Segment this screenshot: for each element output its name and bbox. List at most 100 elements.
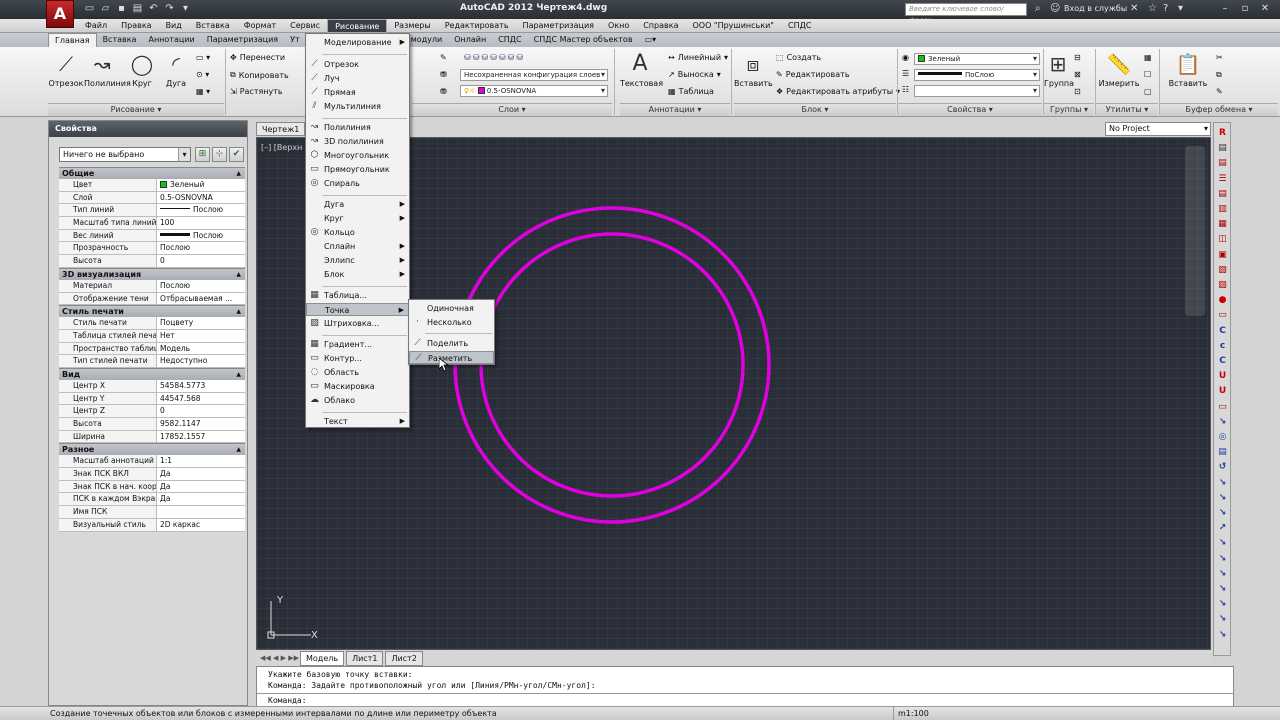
menu-5[interactable]: Сервис — [283, 19, 327, 33]
property-row[interactable]: Отображение тени Отбрасываемая ... — [59, 292, 245, 306]
property-value[interactable]: 44547.568 — [157, 392, 245, 405]
ribbon-tab-0[interactable]: Главная — [48, 33, 97, 47]
stretch-button[interactable]: ⇲ Растянуть — [230, 87, 283, 96]
spds-tool-icon[interactable]: C — [1216, 355, 1229, 368]
ribbon-tab-12[interactable]: СПДС Мастер объектов — [528, 33, 639, 47]
spds-tool-icon[interactable]: ▭ — [1216, 401, 1229, 414]
menu-8[interactable]: Редактировать — [438, 19, 516, 33]
boundary-icon[interactable]: ▦ ▾ — [196, 87, 210, 96]
layout-tab-2[interactable]: Лист2 — [385, 651, 423, 666]
spds-tool-icon[interactable]: ↘ — [1216, 416, 1229, 429]
property-row[interactable]: Центр Z0 — [59, 405, 245, 418]
line-button[interactable]: ⟋ Отрезок — [48, 49, 84, 88]
spds-tool-icon[interactable]: ↘ — [1216, 492, 1229, 505]
draw-menu-item[interactable]: ↝ Полилиния — [306, 121, 409, 134]
draw-menu-item[interactable]: Блок ▶ — [306, 268, 409, 281]
property-row[interactable]: Центр X 54584.5773 — [59, 379, 245, 393]
arc-button[interactable]: ◜ Дуга — [158, 49, 194, 88]
draw-menu-item[interactable]: ↝ 3D полилиния — [306, 135, 409, 148]
ribbon-tab-2[interactable]: Аннотации — [142, 33, 200, 47]
draw-menu-item[interactable]: Эллипс ▶ — [306, 254, 409, 267]
star-icon[interactable]: ☆ — [1148, 3, 1157, 14]
ribbon-tab-1[interactable]: Вставка — [97, 33, 143, 47]
spds-tool-icon[interactable]: U — [1216, 385, 1229, 398]
spds-tool-icon[interactable]: ▧ — [1216, 264, 1229, 277]
property-value[interactable]: Послою — [157, 229, 245, 242]
property-row[interactable]: Слой 0.5-OSNOVNA — [59, 191, 245, 205]
measure-button[interactable]: 📏 Измерить — [1098, 49, 1140, 88]
cut-icon[interactable]: ✂ — [1216, 53, 1223, 62]
help-dropdown-icon[interactable]: ▾ — [1178, 3, 1183, 14]
property-row[interactable]: Пространство таблицы ...Модель — [59, 342, 245, 356]
spds-tool-icon[interactable]: ◎ — [1216, 431, 1229, 444]
spds-tool-icon[interactable]: U — [1216, 370, 1229, 383]
signin-link[interactable]: Вход в службы — [1064, 4, 1127, 13]
menu-1[interactable]: Правка — [114, 19, 158, 33]
close-icon[interactable]: ✕ — [1258, 2, 1272, 15]
calc-icon[interactable]: ▦ — [1144, 53, 1152, 62]
menu-9[interactable]: Параметризация — [516, 19, 601, 33]
draw-menu-item[interactable]: ☁ Облако — [306, 394, 409, 407]
panel-label-properties[interactable]: Свойства ▾ — [898, 103, 1042, 116]
draw-menu-item[interactable]: ⫽ Мультилиния — [306, 100, 409, 113]
text-button[interactable]: A Текстовая — [620, 49, 663, 88]
lineweight-combo[interactable]: ПоСлою — [914, 69, 1040, 81]
spds-tool-icon[interactable]: R — [1216, 127, 1229, 140]
property-row[interactable]: Высота 0 — [59, 255, 245, 268]
section-header[interactable]: Вид — [59, 367, 245, 381]
menu-0[interactable]: Файл — [78, 19, 114, 33]
property-row[interactable]: Тип линий Послою — [59, 204, 245, 218]
property-value[interactable]: 54584.5773 — [157, 379, 245, 392]
property-value[interactable]: 0.5-OSNOVNA — [157, 191, 245, 204]
print-icon[interactable]: ▤ — [132, 3, 143, 14]
spds-tool-icon[interactable]: ↘ — [1216, 613, 1229, 626]
draw-menu-item[interactable]: Моделирование ▶ — [306, 36, 409, 49]
maximize-icon[interactable]: ▫ — [1238, 2, 1252, 15]
spds-tool-icon[interactable]: ▤ — [1216, 188, 1229, 201]
section-header[interactable]: Общие — [59, 167, 245, 180]
property-value[interactable]: Зеленый — [157, 179, 245, 191]
paste-button[interactable]: 📋 Вставить — [1168, 49, 1208, 88]
property-row[interactable]: Цвет Зеленый — [59, 179, 245, 192]
property-value[interactable]: Послою — [157, 204, 245, 217]
property-row[interactable]: Имя ПСК — [59, 506, 245, 519]
command-prompt[interactable]: Команда: — [268, 696, 307, 705]
polyline-button[interactable]: ↝ Полилиния — [84, 49, 131, 88]
layout-tab-0[interactable]: Модель — [300, 651, 345, 666]
layer-match-icon[interactable]: ⛃ — [440, 70, 447, 79]
property-row[interactable]: Материал Послою — [59, 279, 245, 293]
property-row[interactable]: ПСК в каждом Вэкране Да — [59, 493, 245, 507]
property-row[interactable]: Знак ПСК в нач. коорд. Да — [59, 480, 245, 494]
new-file-icon[interactable]: ▭ — [84, 3, 95, 14]
property-value[interactable]: Поцвету — [157, 317, 245, 329]
property-row[interactable]: Прозрачность Послою — [59, 242, 245, 256]
ribbon-tab-4[interactable]: Ут — [284, 33, 306, 47]
copy-clip-icon[interactable]: ⧉ — [1216, 70, 1222, 80]
menu-12[interactable]: ООО "Прушинськи" — [685, 19, 781, 33]
layer-props-icon[interactable]: ✎ — [440, 53, 447, 62]
spds-tool-icon[interactable]: ▣ — [1216, 249, 1229, 262]
property-row[interactable]: Центр Y 44547.568 — [59, 392, 245, 406]
open-file-icon[interactable]: ▱ — [100, 3, 111, 14]
edit-attributes-button[interactable]: ❖ Редактировать атрибуты ▾ — [776, 87, 900, 96]
draw-menu-item[interactable]: ▧ Штриховка... — [306, 317, 409, 330]
spds-tool-icon[interactable]: ↘ — [1216, 477, 1229, 490]
layer-tools-icons[interactable]: ⛁⛁⛁⛁⛁⛁⛁ — [464, 53, 525, 62]
point-menu-item[interactable]: ⟋ Разметить — [409, 351, 494, 364]
help-icon[interactable]: ? — [1163, 3, 1168, 14]
property-value[interactable]: 17852.1557 — [157, 430, 245, 443]
draw-menu-item[interactable]: ⟋ Прямая — [306, 86, 409, 99]
property-value[interactable]: Нет — [157, 329, 245, 342]
menu-2[interactable]: Вид — [159, 19, 189, 33]
property-value[interactable] — [157, 506, 245, 518]
move-button[interactable]: ✥ Перенести — [230, 53, 285, 62]
point-menu-item[interactable]: ⟋ Поделить — [409, 337, 494, 350]
point-menu-item[interactable]: Одиночная — [409, 302, 494, 315]
panel-label-annotation[interactable]: Аннотации ▾ — [620, 103, 730, 116]
draw-menu-item[interactable]: ▦ Градиент... — [306, 338, 409, 351]
property-value[interactable]: Послою — [157, 279, 245, 292]
draw-menu-item[interactable]: ▭ Прямоугольник — [306, 163, 409, 176]
layer-prev-icon[interactable]: ⛃ — [440, 87, 447, 96]
spds-tool-icon[interactable]: ↘ — [1216, 553, 1229, 566]
layer-state-combo[interactable]: Несохраненная конфигурация слоев — [460, 69, 608, 81]
